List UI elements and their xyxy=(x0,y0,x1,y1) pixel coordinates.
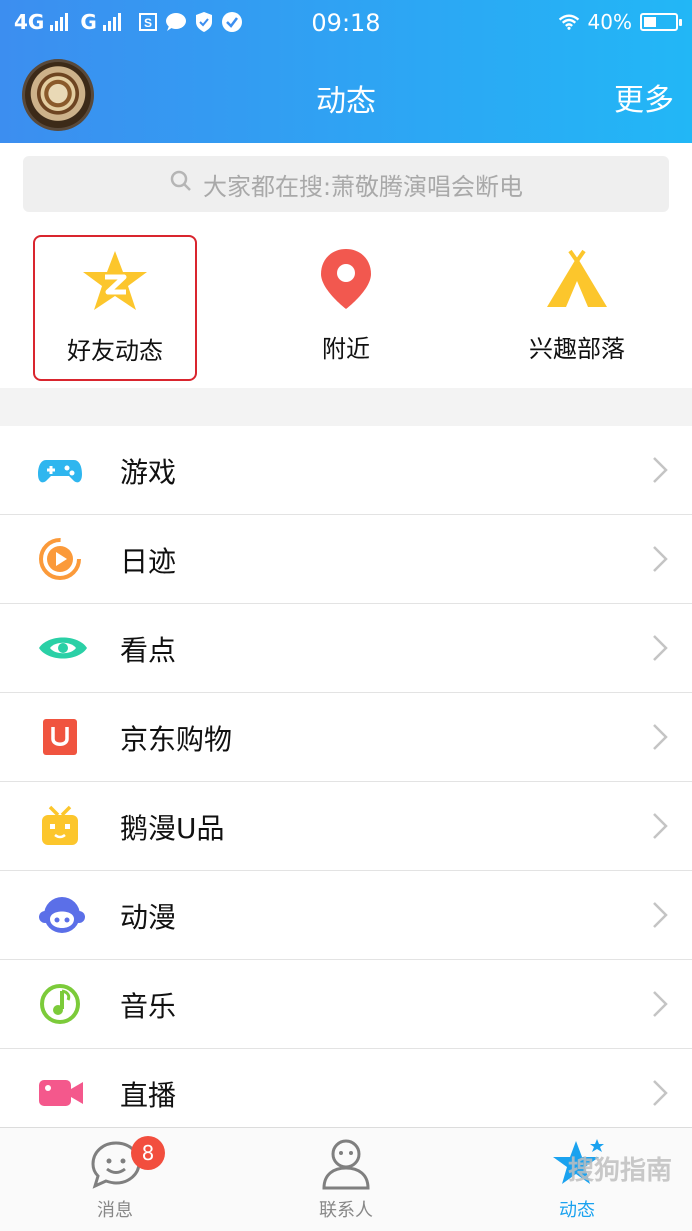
tab-messages[interactable]: 8 消息 xyxy=(35,1128,195,1231)
list-item-jd-shopping[interactable]: 京东购物 xyxy=(0,693,692,782)
location-pin-icon xyxy=(318,247,374,317)
list-item-label: 京东购物 xyxy=(120,723,233,756)
unread-badge: 8 xyxy=(131,1136,165,1170)
tile-label: 好友动态 xyxy=(67,337,163,365)
list-item-games[interactable]: 游戏 xyxy=(0,426,692,515)
search-icon xyxy=(169,169,193,199)
chevron-right-icon xyxy=(652,634,668,662)
list-item-kandian[interactable]: 看点 xyxy=(0,604,692,693)
tile-friends-feed[interactable]: 好友动态 xyxy=(33,235,197,381)
list-item-label: 音乐 xyxy=(120,990,177,1023)
tv-box-icon xyxy=(38,804,82,848)
gamepad-icon xyxy=(38,448,82,492)
watermark: 搜狗指南 xyxy=(567,1156,672,1186)
video-camera-icon xyxy=(38,1071,83,1115)
feature-list: 游戏 日迹 看点 京东购物 鹅漫U品 动漫 音乐 直播 xyxy=(0,426,692,1138)
chevron-right-icon xyxy=(652,723,668,751)
tab-contacts[interactable]: 联系人 xyxy=(266,1128,426,1231)
list-item-music[interactable]: 音乐 xyxy=(0,960,692,1049)
list-item-anime[interactable]: 动漫 xyxy=(0,871,692,960)
list-item-eman-upin[interactable]: 鹅漫U品 xyxy=(0,782,692,871)
chevron-right-icon xyxy=(652,456,668,484)
section-divider xyxy=(0,388,692,426)
list-item-label: 日迹 xyxy=(120,545,177,578)
play-record-icon xyxy=(38,537,82,581)
chevron-right-icon xyxy=(652,812,668,840)
tile-nearby[interactable]: 附近 xyxy=(264,235,428,381)
page-title: 动态 xyxy=(316,84,376,119)
eye-icon xyxy=(38,626,87,670)
list-item-live[interactable]: 直播 xyxy=(0,1049,692,1138)
list-item-label: 鹅漫U品 xyxy=(120,812,225,845)
status-bar: 4G G S 09:18 40% xyxy=(0,0,692,46)
battery-percent: 40% xyxy=(587,10,632,34)
tab-label: 动态 xyxy=(559,1200,595,1221)
more-button[interactable]: 更多 xyxy=(614,75,674,119)
status-right: 40% xyxy=(558,10,682,34)
list-item-label: 直播 xyxy=(120,1079,177,1112)
list-item-label: 看点 xyxy=(120,634,177,667)
jd-u-icon xyxy=(38,715,82,759)
anime-face-icon xyxy=(38,893,85,937)
chevron-right-icon xyxy=(652,901,668,929)
tab-label: 消息 xyxy=(97,1200,133,1221)
search-bar[interactable]: 大家都在搜:萧敬腾演唱会断电 xyxy=(23,156,669,212)
list-item-daily-trace[interactable]: 日迹 xyxy=(0,515,692,604)
chevron-right-icon xyxy=(652,545,668,573)
tile-interest-tribe[interactable]: 兴趣部落 xyxy=(495,235,659,381)
search-placeholder: 大家都在搜:萧敬腾演唱会断电 xyxy=(202,172,524,201)
tent-icon xyxy=(544,247,610,317)
chevron-right-icon xyxy=(652,990,668,1018)
list-item-label: 动漫 xyxy=(120,901,177,934)
chevron-right-icon xyxy=(652,1079,668,1107)
qzone-star-icon xyxy=(80,249,150,319)
tile-label: 附近 xyxy=(322,335,370,363)
music-note-icon xyxy=(38,982,82,1026)
list-item-label: 游戏 xyxy=(120,456,177,489)
wifi-icon xyxy=(558,11,580,33)
person-icon xyxy=(320,1138,372,1194)
tile-label: 兴趣部落 xyxy=(529,335,625,363)
battery-icon xyxy=(640,13,682,31)
tab-label: 联系人 xyxy=(319,1200,373,1221)
